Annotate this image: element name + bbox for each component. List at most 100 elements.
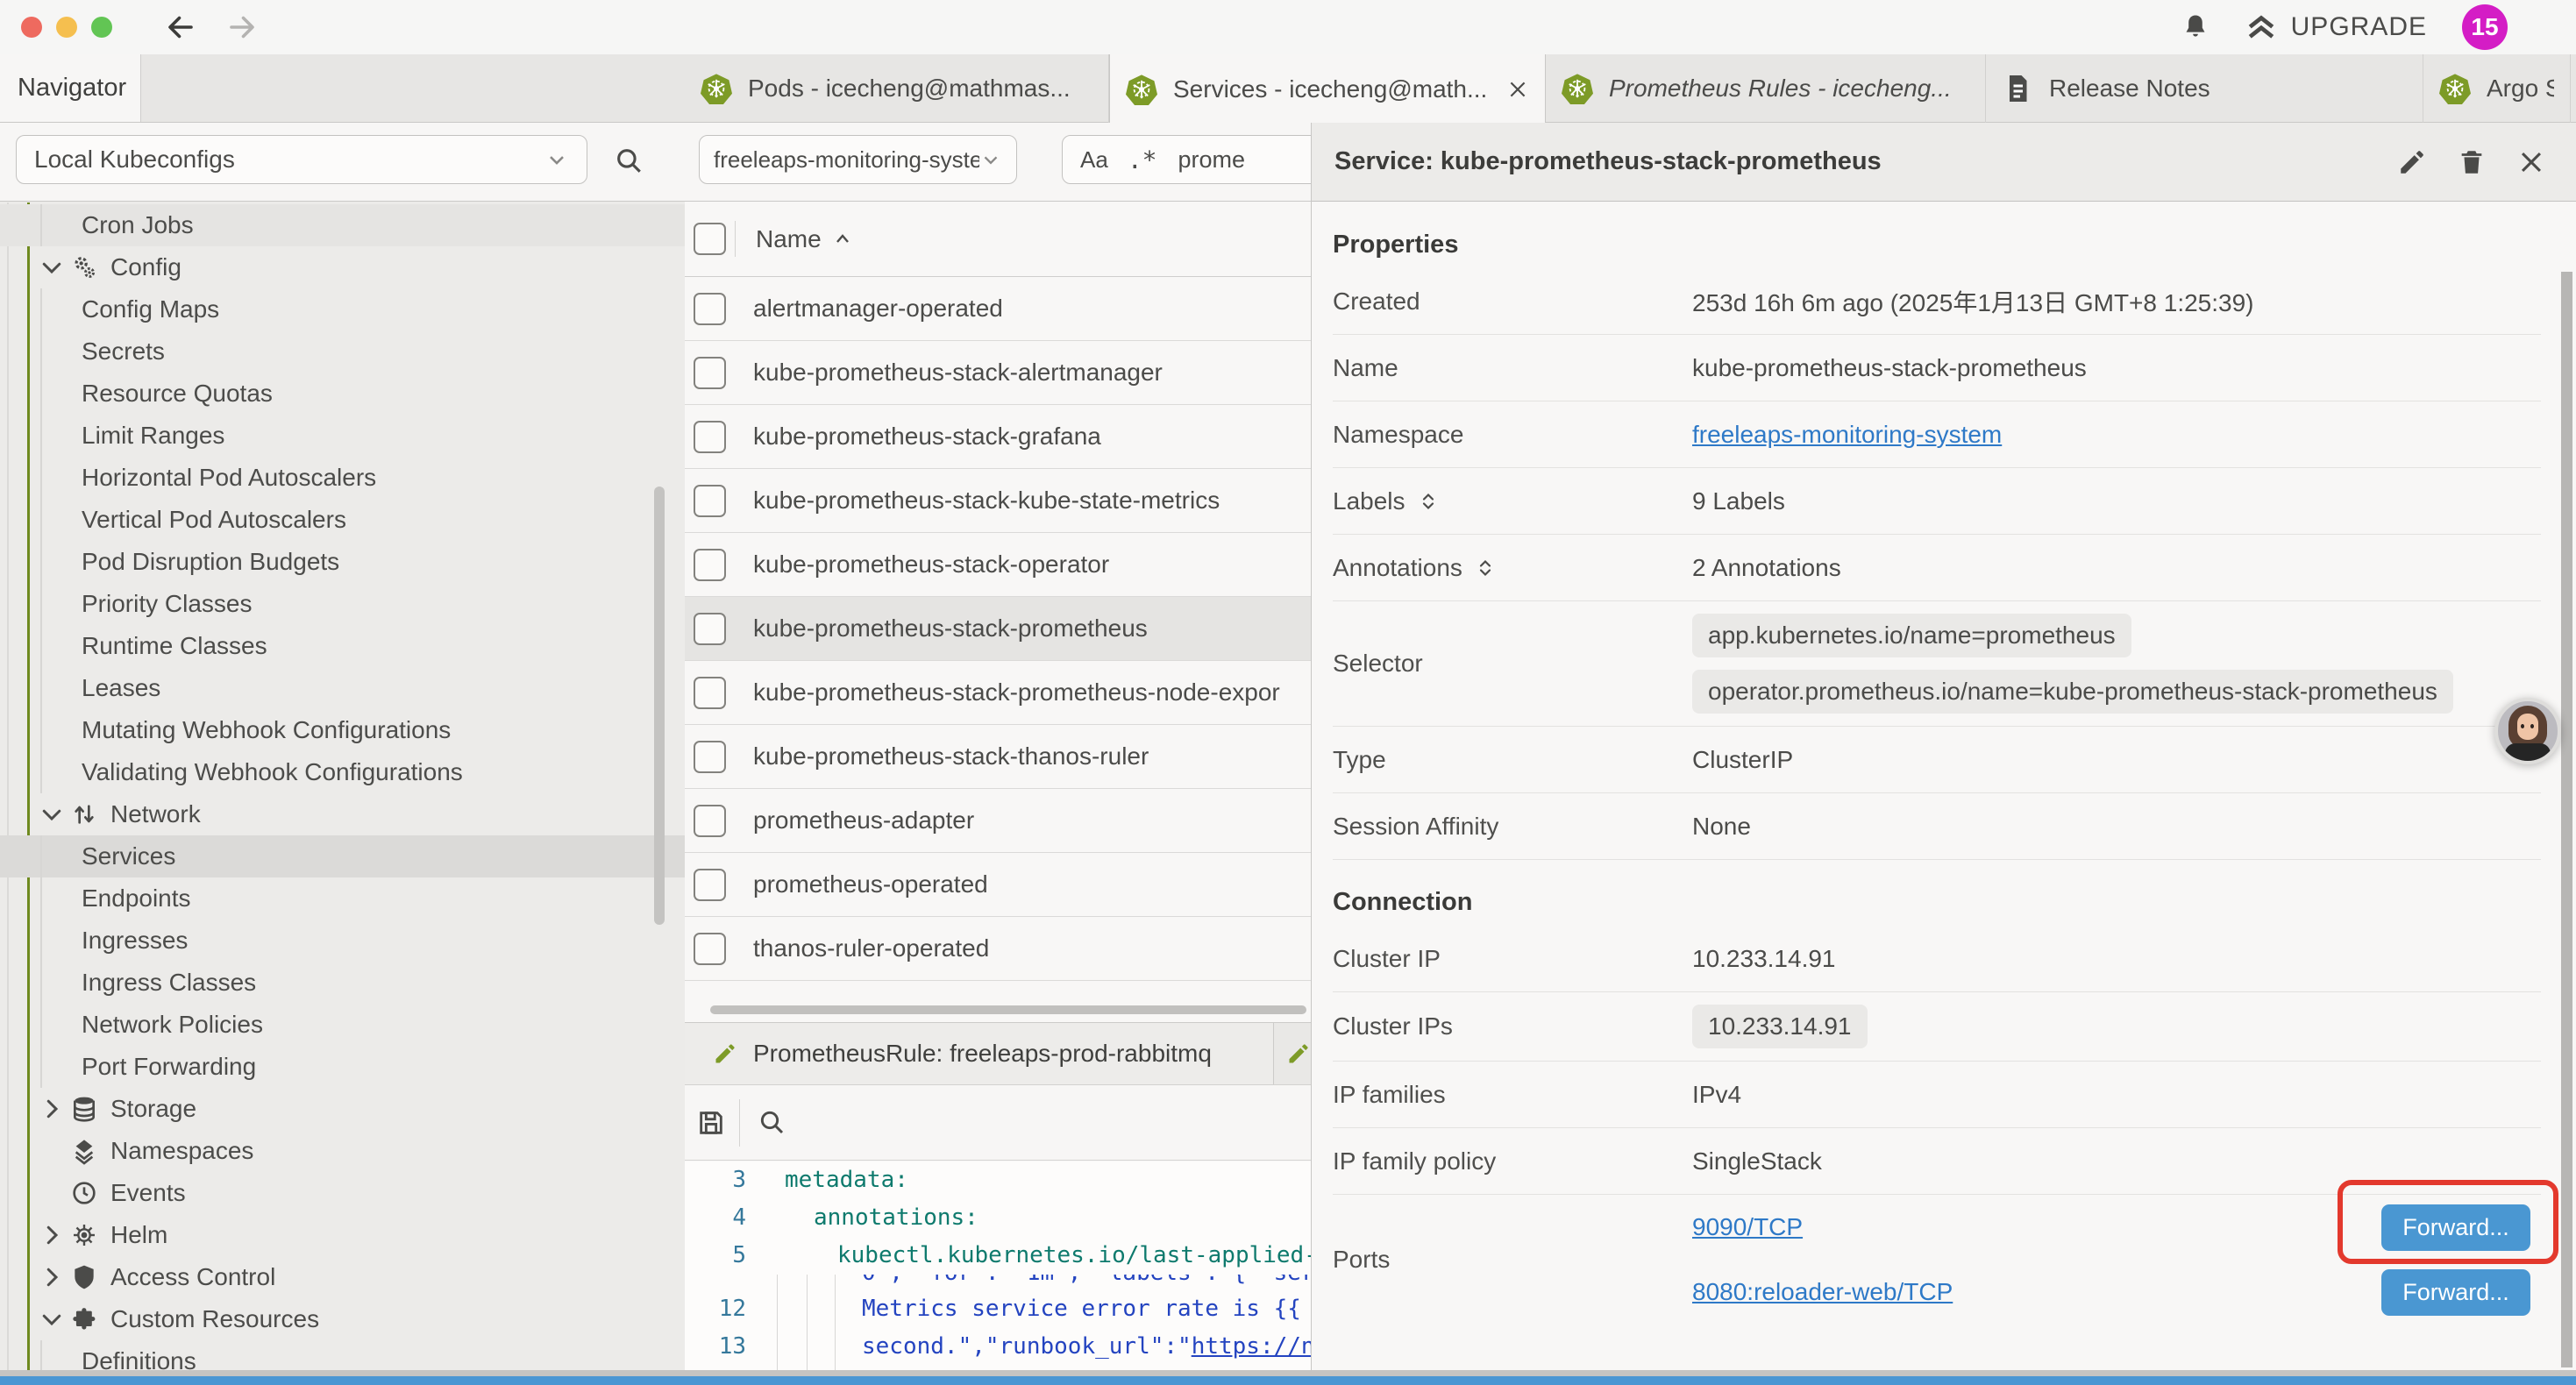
table-row-kube-prometheus-stack-kube-state-metrics[interactable]: kube-prometheus-stack-kube-state-metrics (685, 469, 1311, 533)
sidebar-item-config-maps[interactable]: Config Maps (0, 288, 685, 330)
row-checkbox[interactable] (694, 933, 726, 965)
editor-tab-next[interactable] (1274, 1023, 1311, 1084)
chevron-down-icon[interactable] (39, 801, 65, 827)
save-icon[interactable] (696, 1108, 726, 1138)
table-row-prometheus-operated[interactable]: prometheus-operated (685, 853, 1311, 917)
forward-button[interactable]: Forward... (2381, 1204, 2530, 1251)
kubeconfig-selector[interactable]: Local Kubeconfigs (16, 135, 587, 184)
sidebar-item-limit-ranges[interactable]: Limit Ranges (0, 415, 685, 457)
sidebar-item-network-policies[interactable]: Network Policies (0, 1004, 685, 1046)
sidebar-item-leases[interactable]: Leases (0, 667, 685, 709)
tab-services-icecheng-math[interactable]: Services - icecheng@math... (1109, 54, 1546, 124)
tab-release-notes[interactable]: Release Notes (1986, 54, 2423, 123)
table-row-prometheus-adapter[interactable]: prometheus-adapter (685, 789, 1311, 853)
row-checkbox[interactable] (694, 293, 726, 325)
close-window-button[interactable] (21, 17, 42, 38)
table-row-kube-prometheus-stack-alertmanager[interactable]: kube-prometheus-stack-alertmanager (685, 341, 1311, 405)
sidebar-item-priority-classes[interactable]: Priority Classes (0, 583, 685, 625)
table-row-thanos-ruler-operated[interactable]: thanos-ruler-operated (685, 917, 1311, 981)
sidebar-item-mutating-webhook-configurations[interactable]: Mutating Webhook Configurations (0, 709, 685, 751)
sidebar-item-runtime-classes[interactable]: Runtime Classes (0, 625, 685, 667)
tab-navigator[interactable]: Navigator (0, 54, 141, 122)
sidebar-item-helm[interactable]: Helm (0, 1214, 685, 1256)
service-name: prometheus-adapter (753, 806, 974, 835)
table-row-kube-prometheus-stack-operator[interactable]: kube-prometheus-stack-operator (685, 533, 1311, 597)
forward-arrow-icon[interactable] (226, 11, 258, 43)
close-icon[interactable] (2516, 147, 2546, 177)
minimize-window-button[interactable] (56, 17, 77, 38)
filter-input[interactable] (1177, 146, 1311, 174)
sidebar-item-events[interactable]: Events (0, 1172, 685, 1214)
notification-badge[interactable]: 15 (2462, 4, 2508, 50)
regex-toggle[interactable]: .* (1128, 146, 1157, 174)
chevron-right-icon[interactable] (39, 1264, 65, 1290)
editor-tab-prometheusrule[interactable]: PrometheusRule: freeleaps-prod-rabbitmq (685, 1023, 1274, 1084)
sidebar-item-ingresses[interactable]: Ingresses (0, 920, 685, 962)
trash-icon[interactable] (2457, 147, 2487, 177)
namespace-link[interactable]: freeleaps-monitoring-system (1692, 421, 2002, 448)
yaml-editor[interactable]: 3metadata:4annotations:5kubectl.kubernet… (685, 1161, 1311, 1385)
upgrade-button[interactable]: UPGRADE (2245, 11, 2427, 43)
forward-button[interactable]: Forward... (2381, 1269, 2530, 1316)
table-row-kube-prometheus-stack-prometheus-node-expor[interactable]: kube-prometheus-stack-prometheus-node-ex… (685, 661, 1311, 725)
search-icon[interactable] (614, 146, 644, 175)
table-row-alertmanager-operated[interactable]: alertmanager-operated (685, 277, 1311, 341)
sidebar-item-vertical-pod-autoscalers[interactable]: Vertical Pod Autoscalers (0, 499, 685, 541)
namespace-selector[interactable]: freeleaps-monitoring-system (699, 135, 1017, 184)
table-row-kube-prometheus-stack-grafana[interactable]: kube-prometheus-stack-grafana (685, 405, 1311, 469)
edit-icon[interactable] (2397, 147, 2427, 177)
sidebar-item-custom-resources[interactable]: Custom Resources (0, 1298, 685, 1340)
tab-argo-se[interactable]: Argo Se (2423, 54, 2571, 123)
expander-icon[interactable] (1418, 491, 1439, 512)
sidebar-item-endpoints[interactable]: Endpoints (0, 877, 685, 920)
bell-icon[interactable] (2181, 12, 2210, 42)
avatar[interactable] (2494, 698, 2561, 764)
sidebar-item-ingress-classes[interactable]: Ingress Classes (0, 962, 685, 1004)
sidebar-scrollbar[interactable] (654, 487, 665, 925)
maximize-window-button[interactable] (91, 17, 112, 38)
chevron-down-icon[interactable] (39, 1306, 65, 1332)
detail-label: Created (1333, 288, 1420, 316)
sidebar-item-access-control[interactable]: Access Control (0, 1256, 685, 1298)
tab-prometheus-rules-icecheng[interactable]: Prometheus Rules - icecheng... (1546, 54, 1986, 123)
row-checkbox[interactable] (694, 357, 726, 389)
chevron-right-icon[interactable] (39, 1222, 65, 1248)
select-all-checkbox[interactable] (694, 223, 726, 255)
sidebar-item-horizontal-pod-autoscalers[interactable]: Horizontal Pod Autoscalers (0, 457, 685, 499)
match-case-toggle[interactable]: Aa (1080, 146, 1108, 174)
sidebar-item-namespaces[interactable]: Namespaces (0, 1130, 685, 1172)
row-checkbox[interactable] (694, 485, 726, 517)
row-checkbox[interactable] (694, 549, 726, 581)
sidebar-item-services[interactable]: Services (0, 835, 685, 877)
sidebar-item-resource-quotas[interactable]: Resource Quotas (0, 373, 685, 415)
sidebar-item-storage[interactable]: Storage (0, 1088, 685, 1130)
port-link[interactable]: 8080:reloader-web/TCP (1692, 1278, 1953, 1306)
row-checkbox[interactable] (694, 869, 726, 901)
row-checkbox[interactable] (694, 805, 726, 837)
row-checkbox[interactable] (694, 741, 726, 773)
sidebar-item-validating-webhook-configurations[interactable]: Validating Webhook Configurations (0, 751, 685, 793)
row-checkbox[interactable] (694, 677, 726, 709)
sidebar-item-config[interactable]: Config (0, 246, 685, 288)
back-arrow-icon[interactable] (165, 11, 196, 43)
sidebar-item-port-forwarding[interactable]: Port Forwarding (0, 1046, 685, 1088)
row-checkbox[interactable] (694, 613, 726, 645)
tab-pods-icecheng-mathmas[interactable]: Pods - icecheng@mathmas... (685, 54, 1109, 123)
table-row-kube-prometheus-stack-thanos-ruler[interactable]: kube-prometheus-stack-thanos-ruler (685, 725, 1311, 789)
sort-ascending-icon[interactable] (832, 229, 853, 250)
sidebar-item-cron-jobs[interactable]: Cron Jobs (0, 204, 685, 246)
table-row-kube-prometheus-stack-prometheus[interactable]: kube-prometheus-stack-prometheus (685, 597, 1311, 661)
chevron-down-icon[interactable] (39, 254, 65, 281)
expander-icon[interactable] (1475, 558, 1496, 579)
close-tab-icon[interactable] (1506, 78, 1529, 101)
horizontal-scrollbar[interactable] (710, 1005, 1306, 1014)
sidebar-item-pod-disruption-budgets[interactable]: Pod Disruption Budgets (0, 541, 685, 583)
row-checkbox[interactable] (694, 421, 726, 453)
sidebar-item-secrets[interactable]: Secrets (0, 330, 685, 373)
name-column-header[interactable]: Name (756, 225, 822, 253)
chevron-right-icon[interactable] (39, 1096, 65, 1122)
sidebar-item-network[interactable]: Network (0, 793, 685, 835)
port-link[interactable]: 9090/TCP (1692, 1213, 1803, 1241)
drawer-scrollbar[interactable] (2561, 272, 2572, 1367)
search-icon[interactable] (758, 1108, 786, 1136)
